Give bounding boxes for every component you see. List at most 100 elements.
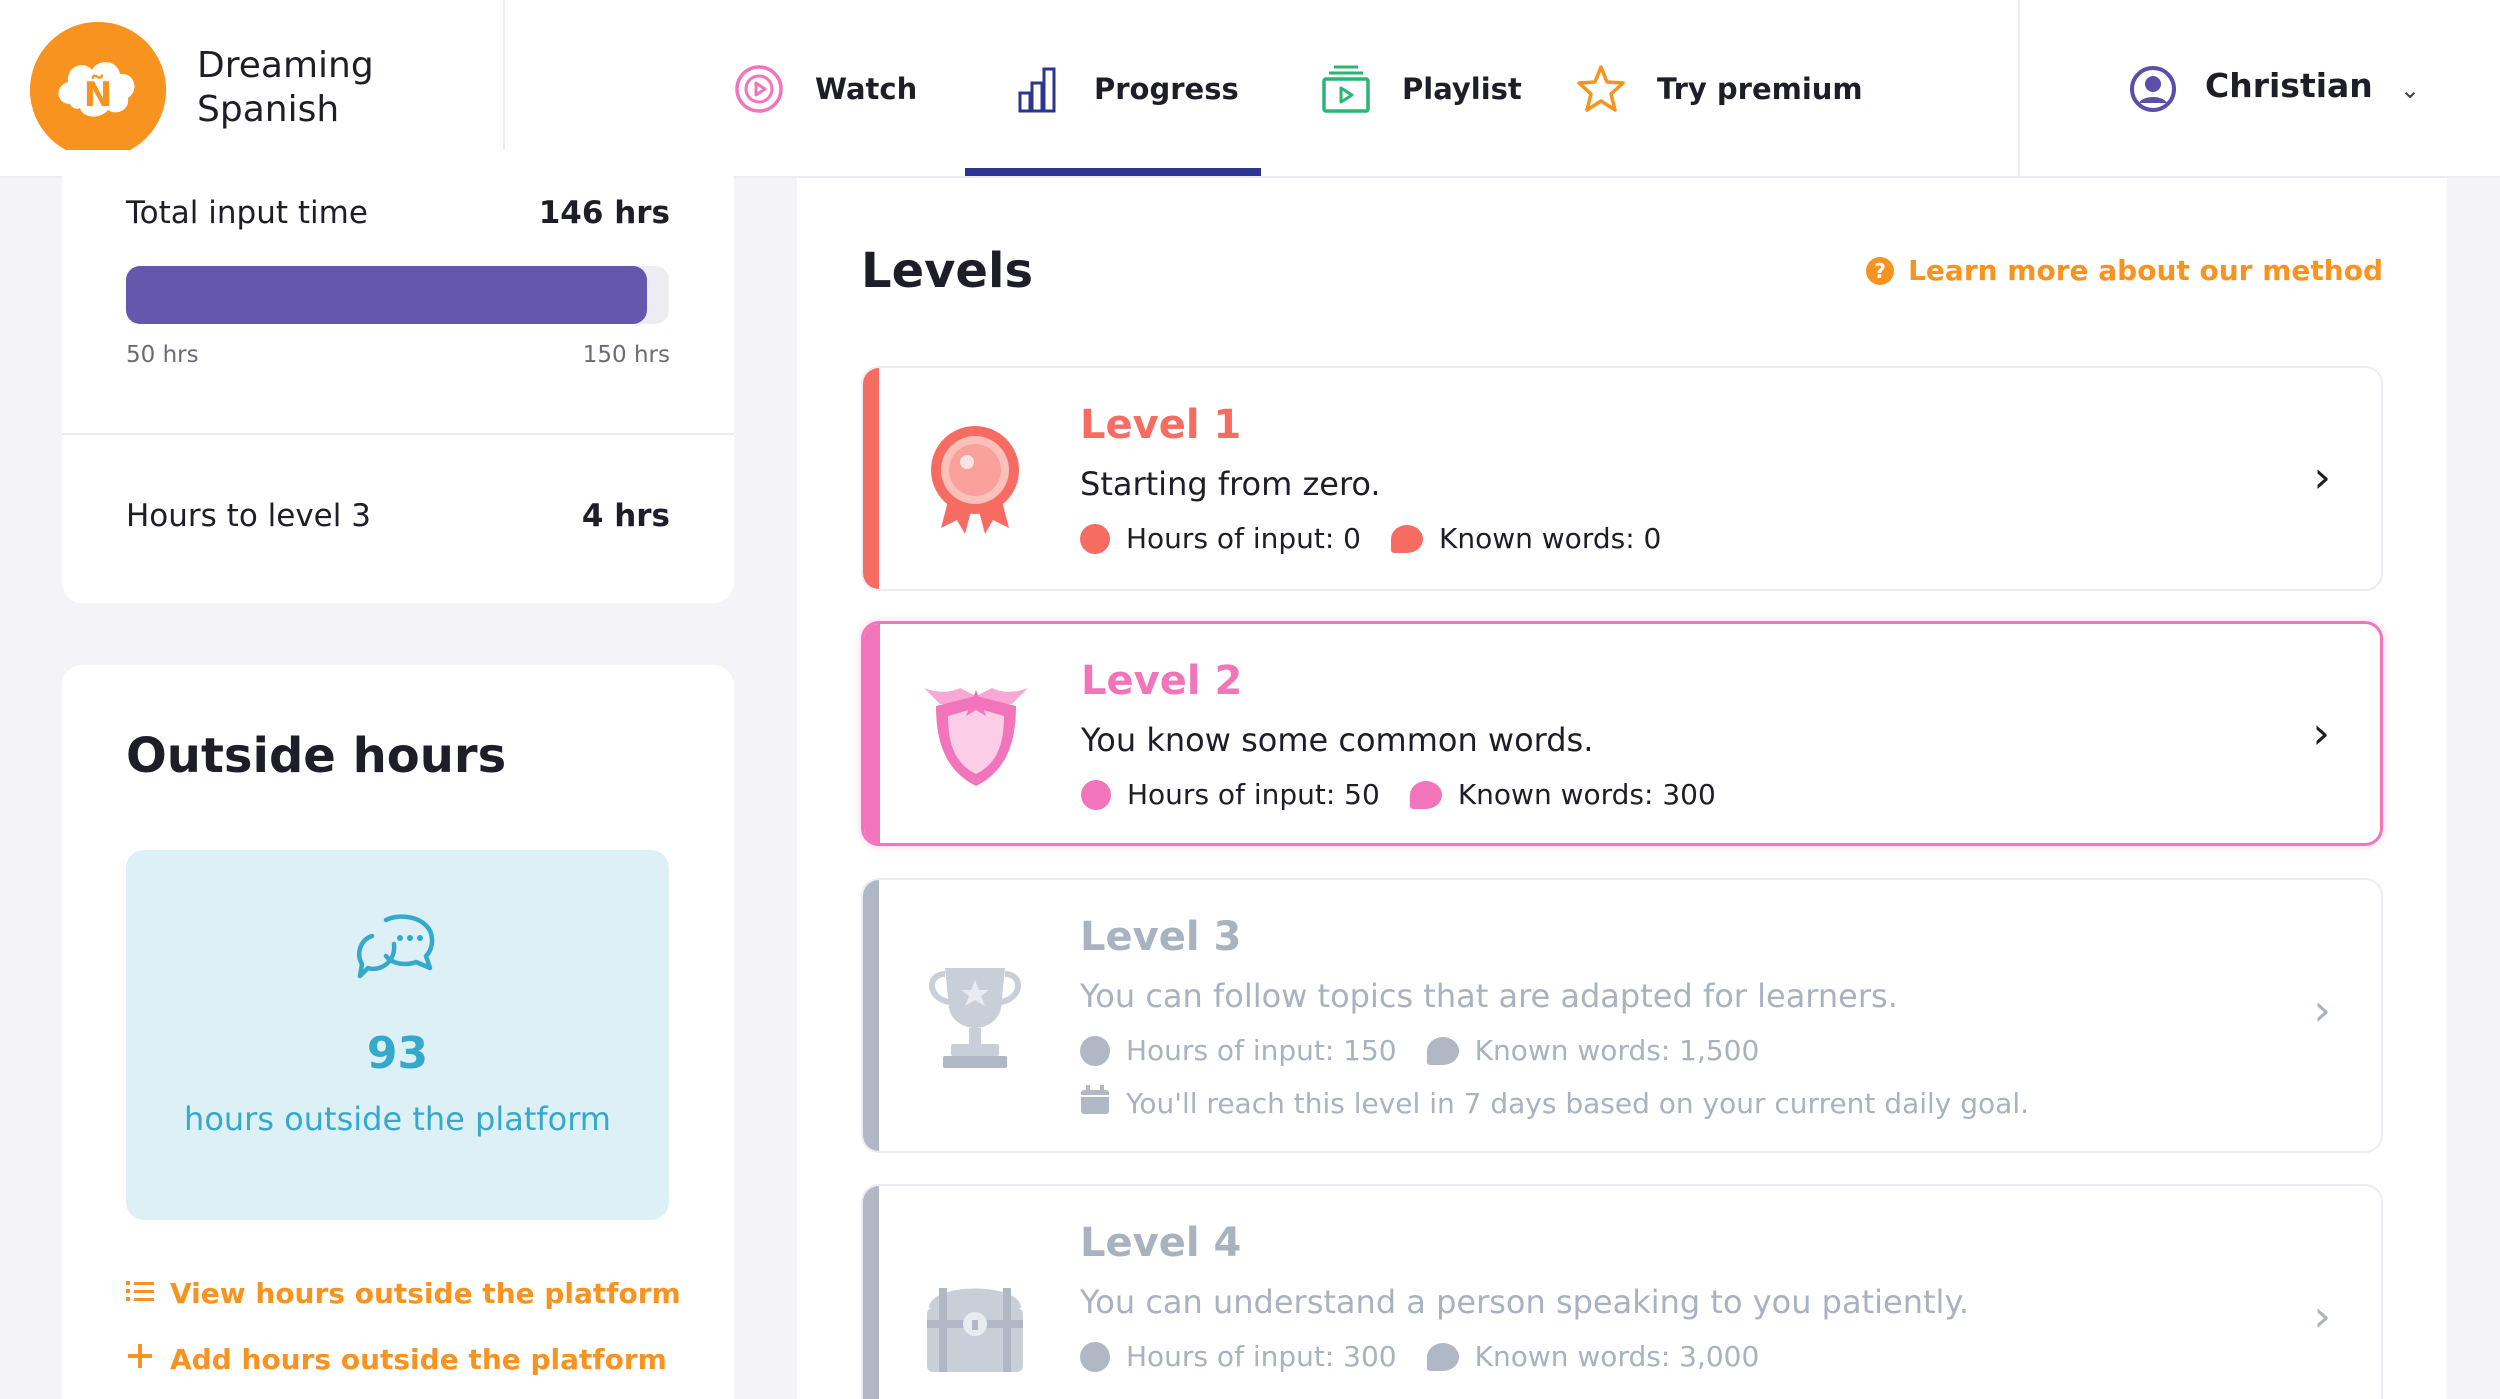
speech-bubble-icon xyxy=(1426,1036,1459,1065)
level-stats: Hours of input: 300 Known words: 3,000 xyxy=(1080,1340,1759,1373)
level-description: You know some common words. xyxy=(1081,721,1594,759)
bar-chart-icon xyxy=(1012,63,1064,115)
user-avatar-icon xyxy=(2129,65,2177,113)
hours-text: Hours of input: 0 xyxy=(1126,522,1361,555)
view-outside-hours-link[interactable]: View hours outside the platform xyxy=(126,1277,681,1310)
chevron-down-icon[interactable]: ⌄ xyxy=(2400,76,2420,104)
clock-icon xyxy=(1081,779,1111,810)
hours-stat: Hours of input: 50 xyxy=(1081,778,1380,811)
level-name: Level 4 xyxy=(1080,1220,1242,1266)
clock-icon xyxy=(1080,1341,1110,1372)
outside-hours-card: Outside hours 93 hours outside the platf… xyxy=(62,665,734,1399)
progress-bar xyxy=(126,266,669,324)
level-card-1[interactable]: Level 1 Starting from zero. Hours of inp… xyxy=(861,366,2383,591)
level-stripe xyxy=(864,624,880,843)
add-outside-hours-label: Add hours outside the platform xyxy=(170,1343,667,1376)
level-description: You can follow topics that are adapted f… xyxy=(1080,977,1898,1015)
level-description: You can understand a person speaking to … xyxy=(1080,1283,1969,1321)
hours-to-level-value: 4 hrs xyxy=(581,498,670,534)
nav-progress[interactable]: Progress xyxy=(1012,0,1239,178)
level-card-3[interactable]: Level 3 You can follow topics that are a… xyxy=(861,878,2383,1153)
clock-icon xyxy=(1080,523,1110,554)
level-name: Level 3 xyxy=(1080,914,1242,960)
speech-bubble-icon xyxy=(1409,780,1442,809)
outside-hours-caption: hours outside the platform xyxy=(184,1100,611,1138)
progress-card: Total input time 146 hrs 50 hrs 150 hrs … xyxy=(62,150,734,603)
nav-premium[interactable]: Try premium xyxy=(1575,0,1863,178)
level-stripe xyxy=(863,880,879,1151)
words-text: Known words: 0 xyxy=(1439,522,1662,555)
hours-text: Hours of input: 150 xyxy=(1126,1034,1397,1067)
nav-premium-label: Try premium xyxy=(1657,72,1863,106)
hours-to-level-label: Hours to level 3 xyxy=(126,498,371,534)
playlist-icon xyxy=(1320,63,1372,115)
brand-name: Dreaming Spanish xyxy=(197,45,374,130)
level-stats: Hours of input: 150 Known words: 1,500 xyxy=(1080,1034,1759,1067)
level-card-2[interactable]: Level 2 You know some common words. Hour… xyxy=(861,621,2383,846)
words-text: Known words: 1,500 xyxy=(1474,1034,1760,1067)
progress-bar-min: 50 hrs xyxy=(126,342,199,368)
chevron-right-icon[interactable]: › xyxy=(2313,452,2331,503)
speech-bubble-icon xyxy=(1426,1342,1459,1371)
user-name: Christian xyxy=(2205,66,2373,105)
logo[interactable]: Ñ xyxy=(30,22,166,158)
trophy-icon xyxy=(915,958,1035,1082)
logo-letter: Ñ xyxy=(84,74,112,115)
level-name: Level 2 xyxy=(1081,658,1243,704)
divider xyxy=(62,433,734,435)
progress-bar-fill xyxy=(126,266,648,324)
view-outside-hours-label: View hours outside the platform xyxy=(170,1277,681,1310)
level-stats: Hours of input: 0 Known words: 0 xyxy=(1080,522,1661,555)
calendar-icon xyxy=(1080,1085,1110,1122)
hours-stat: Hours of input: 300 xyxy=(1080,1340,1397,1373)
level-stripe xyxy=(863,368,879,589)
nav-progress-label: Progress xyxy=(1094,72,1239,106)
clock-icon xyxy=(1080,1035,1110,1066)
levels-panel: Levels ? Learn more about our method Lev… xyxy=(797,178,2447,1399)
words-stat: Known words: 3,000 xyxy=(1426,1340,1760,1373)
list-icon xyxy=(126,1277,154,1310)
total-input-label: Total input time xyxy=(126,195,368,231)
words-stat: Known words: 1,500 xyxy=(1426,1034,1760,1067)
nav-playlist[interactable]: Playlist xyxy=(1320,0,1522,178)
words-stat: Known words: 300 xyxy=(1409,778,1716,811)
learn-more-link[interactable]: ? Learn more about our method xyxy=(1866,254,2383,287)
chevron-right-icon[interactable]: › xyxy=(2312,708,2330,759)
chevron-right-icon[interactable]: › xyxy=(2313,985,2331,1036)
play-circle-icon xyxy=(733,63,785,115)
level-name: Level 1 xyxy=(1080,402,1242,448)
words-stat: Known words: 0 xyxy=(1391,522,1661,555)
outside-hours-number: 93 xyxy=(366,1028,429,1079)
nav-watch[interactable]: Watch xyxy=(733,0,917,178)
outside-hours-summary: 93 hours outside the platform xyxy=(126,850,669,1220)
level-stripe xyxy=(863,1186,879,1399)
nav-playlist-label: Playlist xyxy=(1402,72,1522,106)
levels-title: Levels xyxy=(861,243,1034,299)
hours-stat: Hours of input: 150 xyxy=(1080,1034,1397,1067)
help-icon: ? xyxy=(1866,256,1895,285)
level-description: Starting from zero. xyxy=(1080,465,1381,503)
learn-more-label: Learn more about our method xyxy=(1908,254,2383,287)
shield-icon xyxy=(916,674,1036,798)
level-card-4[interactable]: Level 4 You can understand a person spea… xyxy=(861,1184,2383,1399)
speech-bubble-icon xyxy=(1391,524,1423,553)
chat-bubbles-icon xyxy=(356,910,440,994)
user-menu[interactable]: Christian ⌄ xyxy=(2018,0,2500,178)
level-stats: Hours of input: 50 Known words: 300 xyxy=(1081,778,1716,811)
progress-bar-max: 150 hrs xyxy=(582,342,670,368)
words-text: Known words: 300 xyxy=(1457,778,1716,811)
words-text: Known words: 3,000 xyxy=(1474,1340,1760,1373)
level-eta: You'll reach this level in 7 days based … xyxy=(1080,1085,2029,1122)
chevron-right-icon[interactable]: › xyxy=(2313,1291,2331,1342)
star-icon xyxy=(1575,63,1627,115)
treasure-chest-icon xyxy=(915,1268,1035,1392)
hours-text: Hours of input: 300 xyxy=(1126,1340,1397,1373)
hours-stat: Hours of input: 0 xyxy=(1080,522,1361,555)
hours-text: Hours of input: 50 xyxy=(1127,778,1380,811)
plus-icon xyxy=(126,1342,154,1377)
add-outside-hours-link[interactable]: Add hours outside the platform xyxy=(126,1342,667,1377)
outside-hours-title: Outside hours xyxy=(126,728,507,784)
total-input-value: 146 hrs xyxy=(538,195,670,231)
nav-active-indicator xyxy=(965,168,1261,176)
nav-watch-label: Watch xyxy=(815,72,918,106)
